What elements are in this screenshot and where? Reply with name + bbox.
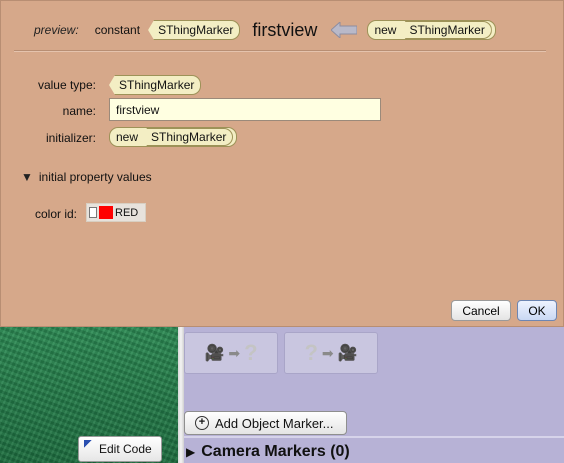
initializer-new-keyword: new — [116, 130, 139, 144]
ok-button[interactable]: OK — [517, 300, 557, 321]
initializer-pill[interactable]: new SThingMarker — [109, 127, 238, 147]
edit-code-button[interactable]: Edit Code — [78, 436, 162, 462]
add-object-marker-button[interactable]: + Add Object Marker... — [184, 411, 347, 435]
camera-icon: 🎥 — [337, 345, 358, 362]
preview-new-keyword: new — [374, 23, 397, 37]
section-separator — [184, 436, 564, 438]
color-id-label: color id: — [35, 207, 78, 221]
preview-row: preview: constant SThingMarker firstview… — [34, 17, 496, 43]
preview-initializer-type: SThingMarker — [399, 21, 492, 39]
cancel-button[interactable]: Cancel — [451, 300, 511, 321]
camera-markers-section-toggle[interactable]: ▶ Camera Markers (0) — [186, 443, 350, 461]
camera-icon: 🎥 — [204, 345, 225, 362]
unknown-marker-icon: ? — [244, 340, 258, 365]
value-type-label: value type: — [37, 78, 96, 92]
initializer-label: initializer: — [45, 131, 96, 145]
plus-icon: + — [195, 416, 209, 430]
initial-property-values-toggle[interactable]: ▼ initial property values — [21, 170, 152, 184]
name-field[interactable] — [109, 98, 381, 121]
add-object-marker-label: Add Object Marker... — [215, 415, 334, 431]
preview-initializer-pill: new SThingMarker — [367, 20, 496, 40]
camera-markers-label: Camera Markers (0) — [201, 443, 350, 460]
initializer-type-pill: SThingMarker — [141, 128, 234, 146]
preview-type-pill: SThingMarker — [148, 20, 241, 40]
name-label: name: — [62, 104, 96, 118]
camera-transition-button-2[interactable]: ? ➡ 🎥 — [284, 332, 378, 374]
color-id-value: RED — [115, 206, 139, 219]
camera-transition-button-1[interactable]: 🎥 ➡ ? — [184, 332, 278, 374]
arrow-right-icon: ➡ — [228, 344, 241, 361]
preview-modifier: constant — [94, 23, 141, 37]
edit-code-label: Edit Code — [99, 442, 152, 456]
value-type-pill[interactable]: SThingMarker — [109, 75, 202, 95]
initial-property-values-label: initial property values — [38, 170, 152, 184]
preview-label: preview: — [34, 23, 79, 37]
unknown-marker-icon: ? — [304, 340, 318, 365]
assignment-arrow-icon — [331, 22, 358, 38]
arrow-right-icon: ➡ — [321, 344, 334, 361]
color-id-selector[interactable]: RED — [86, 203, 146, 222]
preview-name: firstview — [252, 19, 318, 40]
drag-handle-icon — [89, 207, 97, 218]
edit-code-icon — [84, 440, 92, 448]
color-swatch — [99, 206, 113, 219]
triangle-right-icon: ▶ — [186, 445, 196, 459]
triangle-down-icon: ▼ — [21, 170, 33, 184]
declare-property-dialog: preview: constant SThingMarker firstview… — [0, 0, 564, 327]
dialog-divider — [14, 50, 546, 51]
